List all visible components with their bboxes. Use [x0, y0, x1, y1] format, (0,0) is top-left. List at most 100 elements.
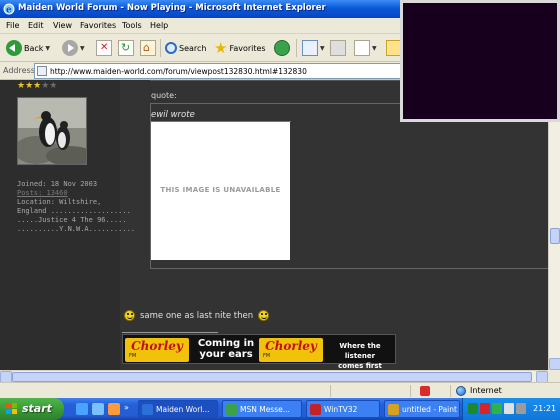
tray-volume-icon[interactable] — [516, 403, 526, 414]
chorley-fm: FM — [129, 353, 137, 359]
refresh-icon: ↻ — [118, 40, 134, 56]
start-button[interactable]: start — [0, 398, 64, 420]
unavailable-image: THIS IMAGE IS UNAVAILABLE — [151, 122, 290, 260]
smiley-icon — [258, 310, 270, 321]
rank-stars: ★★★★★ — [17, 81, 57, 91]
print-button[interactable] — [330, 38, 346, 58]
smiley-icon — [124, 310, 135, 321]
slogan-coming-line1: Coming in — [197, 338, 255, 349]
post-body: quote: ewil wrote THIS IMAGE IS UNAVAILA… — [120, 80, 548, 370]
horizontal-scroll-thumb[interactable] — [12, 372, 532, 382]
menu-file[interactable]: File — [6, 21, 19, 30]
mail-button[interactable]: ▼ — [302, 38, 325, 58]
vertical-scrollbar[interactable] — [548, 80, 560, 370]
search-label: Search — [179, 43, 207, 53]
clock: 21:21 — [533, 404, 557, 413]
favorites-label: Favorites — [229, 43, 266, 53]
page-content: ★★★★★ Joined: 18 Nov 2003 Posts: 13460 L… — [0, 80, 548, 370]
chevron-down-icon: ▼ — [45, 44, 51, 52]
popup-blocked-icon[interactable] — [420, 386, 430, 396]
windows-logo-icon — [6, 403, 18, 415]
forward-arrow-icon — [62, 40, 78, 56]
window-title: Maiden World Forum - Now Playing - Micro… — [18, 3, 326, 13]
task-label: untitled - Paint — [402, 405, 457, 414]
back-label: Back — [24, 43, 44, 53]
search-button[interactable]: Search — [165, 38, 206, 58]
user-profile-panel: ★★★★★ Joined: 18 Nov 2003 Posts: 13460 L… — [0, 80, 136, 370]
location-line2: England ................... — [17, 207, 131, 215]
scroll-down-button[interactable] — [549, 358, 560, 370]
chorley-fm: FM — [263, 353, 271, 359]
avatar-penguin-image — [18, 98, 86, 164]
history-button[interactable] — [274, 38, 290, 58]
chorley-brand: Chorley — [131, 339, 183, 353]
rank-stars-empty: ★★ — [41, 81, 58, 91]
back-button[interactable]: Back ▼ — [6, 38, 50, 58]
vertical-scroll-thumb[interactable] — [550, 228, 560, 244]
search-icon — [165, 42, 177, 54]
tray-msn-icon[interactable] — [492, 403, 502, 414]
msn-task-icon — [226, 404, 237, 415]
post-count-link[interactable]: Posts: 13460 — [17, 189, 117, 198]
task-paint[interactable]: untitled - Paint — [384, 400, 460, 418]
chorley-brand: Chorley — [265, 339, 317, 353]
ie-task-icon — [142, 404, 153, 415]
menu-favorites[interactable]: Favorites — [80, 21, 116, 30]
star-icon: ★ — [214, 39, 228, 57]
tv-task-icon — [310, 404, 321, 415]
menu-help[interactable]: Help — [150, 21, 168, 30]
quicklaunch-expand-icon[interactable]: » — [124, 403, 129, 412]
signature-line1: .....Justice 4 The 96..... — [17, 216, 127, 224]
edit-button[interactable]: ▼ — [354, 38, 377, 58]
chevron-down-icon: ▼ — [320, 44, 325, 52]
internet-explorer-icon: e — [3, 3, 15, 15]
tray-antivirus-icon[interactable] — [480, 403, 490, 414]
menu-edit[interactable]: Edit — [28, 21, 44, 30]
menu-tools[interactable]: Tools — [122, 21, 142, 30]
location: Location: Wiltshire, — [17, 198, 102, 206]
image-unavailable-text: THIS IMAGE IS UNAVAILABLE — [160, 186, 281, 194]
stop-icon: ✕ — [96, 40, 112, 56]
refresh-button[interactable]: ↻ — [118, 38, 134, 58]
favorites-button[interactable]: ★ Favorites — [214, 38, 266, 58]
slogan-listener-line2: comes first — [338, 362, 382, 370]
page-icon — [37, 66, 47, 76]
post-message: same one as last nite then — [124, 310, 270, 321]
home-icon: ⌂ — [140, 40, 156, 56]
slogan-listener: Where the listener comes first — [325, 341, 395, 370]
task-msn-messenger[interactable]: MSN Messe... — [222, 400, 302, 418]
horizontal-scrollbar[interactable] — [0, 370, 548, 383]
task-wintv[interactable]: WinTV32 — [306, 400, 380, 418]
stop-button[interactable]: ✕ — [96, 38, 112, 58]
edit-icon — [354, 40, 370, 56]
address-url: http://www.maiden-world.com/forum/viewpo… — [50, 67, 307, 76]
task-maiden-world[interactable]: Maiden Worl... — [138, 400, 218, 418]
taskbar: start » Maiden Worl... MSN Messe... WinT… — [0, 398, 560, 420]
start-label: start — [22, 402, 52, 415]
paint-task-icon — [388, 404, 399, 415]
quote-author: ewil wrote — [151, 110, 195, 120]
tray-network-icon[interactable] — [504, 403, 514, 414]
mail-icon — [302, 40, 318, 56]
forward-button[interactable]: ▼ — [62, 38, 85, 58]
quote-label: quote: — [151, 91, 177, 100]
post-message-text: same one as last nite then — [140, 310, 254, 321]
svg-text:e: e — [6, 6, 12, 16]
quicklaunch-ie2-icon[interactable] — [92, 403, 104, 415]
print-icon — [330, 40, 346, 56]
video-overlay-window[interactable] — [400, 0, 560, 122]
avatar — [17, 97, 87, 165]
slogan-listener-line1: Where the listener — [339, 342, 381, 360]
quicklaunch-media-icon[interactable] — [108, 403, 120, 415]
home-button[interactable]: ⌂ — [140, 38, 156, 58]
menu-view[interactable]: View — [53, 21, 72, 30]
internet-zone-icon — [456, 386, 466, 396]
signature-line2: ..........Y.N.W.A........... — [17, 225, 136, 233]
rank-stars-filled: ★★★ — [17, 81, 42, 91]
quicklaunch-ie-icon[interactable] — [76, 403, 88, 415]
security-zone: Internet — [470, 386, 502, 395]
address-label: Address — [3, 66, 35, 75]
chorley-fm-banner[interactable]: Chorley FM Coming in your ears Chorley F… — [122, 334, 396, 370]
status-bar: Internet — [0, 382, 560, 398]
tray-zonealarm-icon[interactable] — [468, 403, 478, 414]
